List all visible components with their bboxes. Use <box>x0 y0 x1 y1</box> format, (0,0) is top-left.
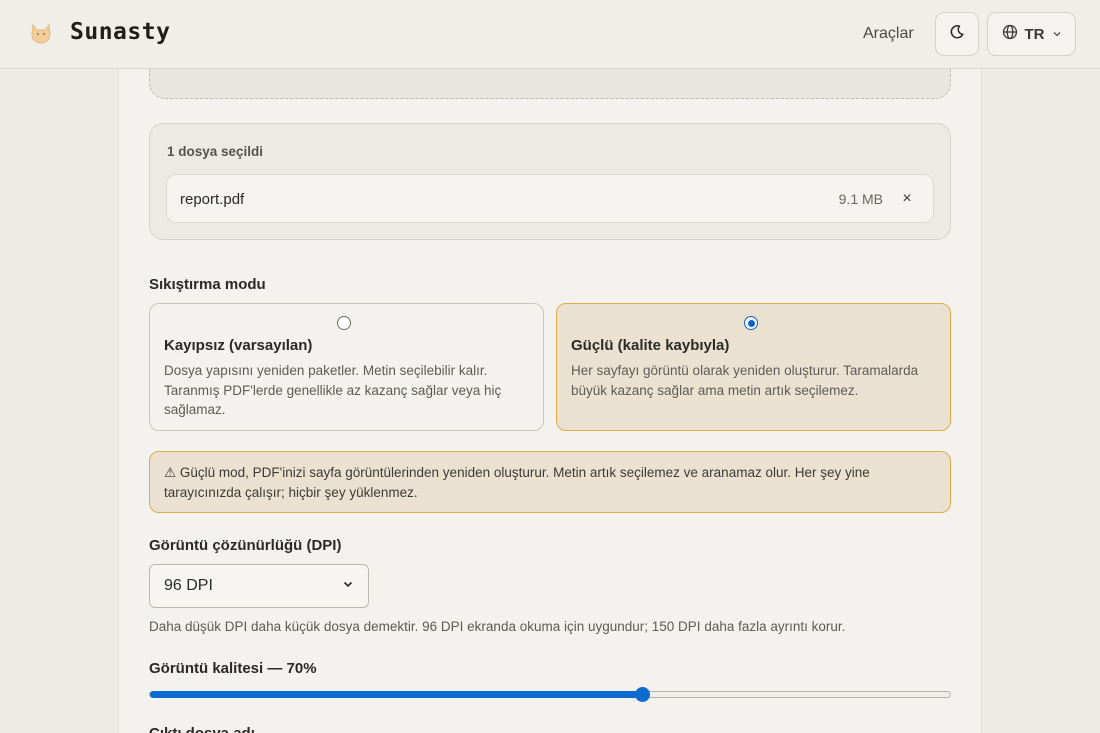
mode-option-title: Güçlü (kalite kaybıyla) <box>571 337 730 354</box>
nav-link-tools[interactable]: Araçlar <box>863 25 914 43</box>
file-name: report.pdf <box>180 191 245 208</box>
close-icon[interactable]: × <box>897 189 917 209</box>
output-filename-label: Çıktı dosya adı <box>149 725 255 733</box>
dpi-selected-value: 96 DPI <box>164 577 213 594</box>
globe-icon <box>1002 24 1018 44</box>
selected-files-count: 1 dosya seçildi <box>167 144 264 159</box>
radio-strong[interactable] <box>744 316 758 330</box>
mode-option-description: Dosya yapısını yeniden paketler. Metin s… <box>164 363 502 417</box>
mode-option-lossless[interactable]: Kayıpsız (varsayılan) Dosya yapısını yen… <box>149 303 544 431</box>
file-size: 9.1 MB <box>838 191 883 207</box>
compression-mode-label: Sıkıştırma modu <box>149 276 266 293</box>
top-navigation-bar: Sunasty Araçlar TR <box>0 0 1100 69</box>
dpi-select[interactable]: 96 DPI <box>149 564 369 608</box>
fox-logo-icon[interactable] <box>26 18 56 48</box>
chevron-down-icon <box>342 577 354 595</box>
radio-lossless[interactable] <box>337 316 351 330</box>
file-row: report.pdf 9.1 MB × <box>166 174 934 223</box>
brand-name[interactable]: Sunasty <box>70 19 170 45</box>
strong-mode-warning: ⚠ Güçlü mod, PDF'inizi sayfa görüntüleri… <box>149 451 951 513</box>
language-selector-button[interactable]: TR <box>987 12 1076 56</box>
image-quality-slider[interactable] <box>149 687 951 702</box>
slider-fill <box>150 691 642 698</box>
dpi-label: Görüntü çözünürlüğü (DPI) <box>149 537 342 554</box>
slider-thumb[interactable] <box>635 687 650 702</box>
dpi-hint: Daha düşük DPI daha küçük dosya demektir… <box>149 619 846 634</box>
theme-toggle-button[interactable] <box>935 12 979 56</box>
moon-icon <box>949 24 965 45</box>
image-quality-label: Görüntü kalitesi — 70% <box>149 660 317 677</box>
mode-option-strong[interactable]: Güçlü (kalite kaybıyla) Her sayfayı görü… <box>556 303 951 431</box>
chevron-down-icon <box>1052 26 1062 43</box>
language-code: TR <box>1024 25 1045 43</box>
mode-option-title: Kayıpsız (varsayılan) <box>164 337 313 354</box>
selected-files-panel: 1 dosya seçildi report.pdf 9.1 MB × <box>149 123 951 240</box>
mode-option-description: Her sayfayı görüntü olarak yeniden oluşt… <box>571 363 919 398</box>
